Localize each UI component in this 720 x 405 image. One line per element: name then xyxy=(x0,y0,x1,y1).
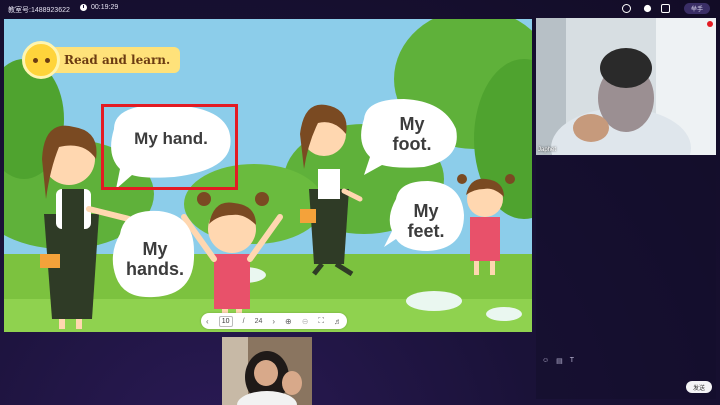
emoji-icon[interactable]: ☺ xyxy=(542,357,549,365)
bubble-line: My xyxy=(399,114,425,134)
page-separator: / xyxy=(242,317,245,325)
room-number: 教室号:1488923622 xyxy=(8,7,70,14)
top-bar: 教室号:1488923622 00:19:29 举手 xyxy=(0,0,720,18)
sound-icon[interactable]: ♬ xyxy=(334,317,342,326)
settings-icon[interactable] xyxy=(643,4,652,13)
record-icon[interactable] xyxy=(622,4,631,13)
chat-toolbar: ☺ ▤ T xyxy=(542,357,574,365)
fit-screen-icon[interactable]: ⛶ xyxy=(318,316,324,326)
next-page-icon[interactable]: › xyxy=(272,317,275,326)
page-number-input[interactable]: 10 xyxy=(218,315,233,327)
mic-status-icon xyxy=(707,21,713,27)
lesson-badge: Read and learn. xyxy=(22,41,181,79)
teacher-name: Japhet xyxy=(538,147,557,153)
sun-icon xyxy=(22,41,60,79)
zoom-out-icon[interactable]: ⊖ xyxy=(302,317,309,326)
fullscreen-icon[interactable] xyxy=(661,4,670,13)
bubble-text-my-feet: My feet. xyxy=(396,201,456,242)
send-button[interactable]: 发送 xyxy=(686,381,712,393)
student-video-frame xyxy=(222,337,312,405)
zoom-in-icon[interactable]: ⊕ xyxy=(285,317,292,326)
session-timer: 00:19:29 xyxy=(80,4,118,11)
bubble-line: feet. xyxy=(407,220,445,241)
raise-hand-button[interactable]: 举手 xyxy=(684,3,710,14)
prev-page-icon[interactable]: ‹ xyxy=(206,317,209,326)
student-video[interactable] xyxy=(222,337,312,405)
lesson-badge-label: Read and learn. xyxy=(50,47,181,73)
bubble-line: hands. xyxy=(125,258,184,279)
annotation-highlight-box xyxy=(101,104,238,190)
image-icon[interactable]: ▤ xyxy=(556,357,563,365)
bubble-text-my-foot: My foot. xyxy=(382,114,442,155)
bubble-text-my-hands: My hands. xyxy=(122,239,188,280)
bubble-line: foot. xyxy=(392,133,432,154)
bubble-line: My xyxy=(413,201,439,221)
timer-text: 00:19:29 xyxy=(91,4,119,11)
text-icon[interactable]: T xyxy=(570,357,574,365)
bubble-line: My xyxy=(142,239,168,259)
teacher-video[interactable]: Japhet xyxy=(536,18,716,155)
total-pages: 24 xyxy=(254,317,263,325)
clock-icon xyxy=(80,4,87,11)
teacher-video-frame xyxy=(536,18,716,155)
page-navigator: ‹ 10 / 24 › ⊕ ⊖ ⛶ ♬ xyxy=(201,313,347,329)
courseware-slide[interactable]: Read and learn. My hand. My hands. My fo… xyxy=(4,19,532,332)
